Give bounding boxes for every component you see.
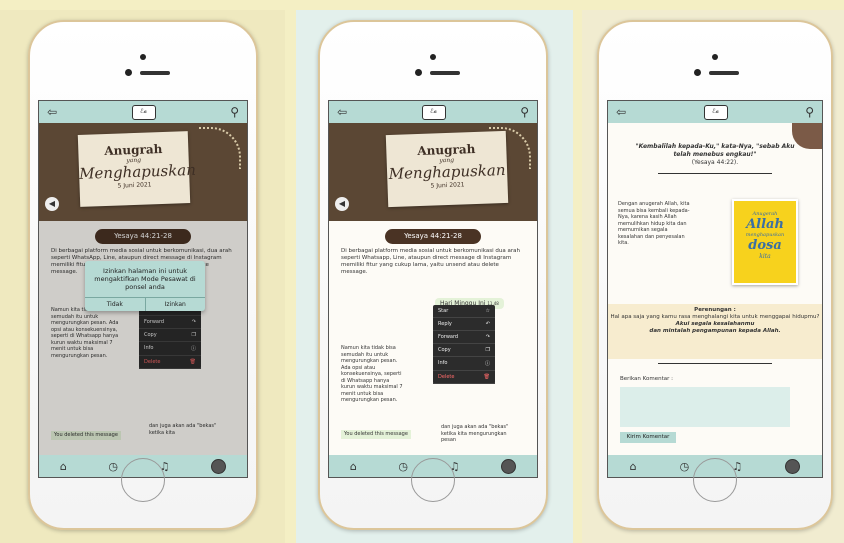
scripture-poster: Anugerah Allah menghapuskan dosa kita: [732, 199, 798, 285]
phone-frame: ⇦ ℰ𝒶 ⚲ "Kembalilah kepada-Ku," kata-Nya,…: [597, 20, 833, 530]
speaker-icon[interactable]: ◀: [45, 197, 59, 211]
top-bar: ⇦ ℰ𝒶 ⚲: [39, 101, 247, 123]
avatar[interactable]: [501, 458, 517, 474]
avatar[interactable]: [211, 458, 227, 474]
clock-icon[interactable]: ◷: [398, 460, 408, 473]
home-button[interactable]: [121, 458, 165, 502]
trash-icon: 🗑: [483, 374, 490, 380]
front-camera: [694, 69, 701, 76]
cancel-button[interactable]: Tidak: [85, 298, 146, 311]
comment-label: Berikan Komentar :: [620, 376, 673, 382]
phone-frame: ⇦ ℰ𝒶 ⚲ Anugrah yang Menghapuskan 5 Juni …: [318, 20, 548, 530]
menu-item-reply[interactable]: Reply↶: [433, 318, 495, 331]
reflection-section: Perenungan : Hal apa saja yang kamu rasa…: [608, 304, 822, 359]
banner-paper: Anugrah yang Menghapuskan 5 Juni 2021: [77, 131, 197, 207]
info-icon: ⓘ: [484, 361, 490, 367]
body-paragraph-2: Namun kita tidak bisa semudah itu untuk …: [341, 345, 403, 403]
banner-paper: Anugrah yang Menghapuskan 5 Juni 2021: [385, 130, 509, 208]
menu-item-delete[interactable]: Delete 🗑: [433, 371, 495, 384]
send-comment-button[interactable]: Kirim Komentar: [620, 432, 676, 443]
verse-pill[interactable]: Yesaya 44:21-28: [385, 229, 481, 244]
screenshot-panel-3: ⇦ ℰ𝒶 ⚲ "Kembalilah kepada-Ku," kata-Nya,…: [582, 10, 844, 543]
airplane-mode-dialog: Izinkan halaman ini untuk mengaktifkan M…: [85, 261, 205, 311]
phone-speaker: [712, 54, 718, 60]
body-paragraph: Dengan anugerah Allah, kita semua bisa k…: [618, 201, 690, 246]
reflection-question: Hal apa saja yang kamu rasa menghalangi …: [610, 314, 820, 320]
dialog-message: Izinkan halaman ini untuk mengaktifkan M…: [94, 267, 196, 291]
leaf-decoration: [199, 127, 241, 169]
back-arrow-icon[interactable]: ⇦: [337, 105, 347, 119]
front-camera: [415, 69, 422, 76]
phone-frame: ⇦ ℰ𝒶 ⚲ Anugrah yang Menghapuskan 5 Juni …: [28, 20, 258, 530]
copy-icon: ❐: [485, 347, 490, 353]
star-icon: ☆: [485, 308, 490, 314]
app-logo: ℰ𝒶: [703, 104, 728, 120]
menu-item-forward[interactable]: Forward ↷: [433, 331, 495, 344]
divider: [658, 173, 772, 174]
speaker-icon[interactable]: ◀: [335, 197, 349, 211]
search-icon[interactable]: ⚲: [230, 105, 239, 119]
menu-item-info[interactable]: Info ⓘ: [433, 357, 495, 371]
phone-speaker: [140, 54, 146, 60]
earpiece: [709, 71, 739, 75]
app-screen: ⇦ ℰ𝒶 ⚲ Anugrah yang Menghapuskan 5 Juni …: [38, 100, 248, 478]
top-bar: ⇦ ℰ𝒶 ⚲: [329, 101, 537, 123]
back-arrow-icon[interactable]: ⇦: [616, 105, 626, 119]
home-button[interactable]: [411, 458, 455, 502]
reflection-answer-1: Akui segala kesalahanmu: [675, 321, 755, 327]
avatar[interactable]: [785, 458, 801, 474]
home-button[interactable]: [693, 458, 737, 502]
devotion-banner: Anugrah yang Menghapuskan 5 Juni 2021 ◀: [329, 123, 537, 221]
menu-item-star[interactable]: Star ☆: [433, 305, 495, 318]
modal-overlay: [39, 221, 247, 455]
front-camera: [125, 69, 132, 76]
screenshot-panel-2: ⇦ ℰ𝒶 ⚲ Anugrah yang Menghapuskan 5 Juni …: [296, 10, 573, 543]
reply-icon: ↶: [485, 321, 490, 327]
comment-input[interactable]: [620, 387, 790, 427]
earpiece: [430, 71, 460, 75]
body-paragraph: Di berbagai platform media sosial untuk …: [341, 248, 520, 275]
app-logo: ℰ𝒶: [421, 104, 446, 120]
search-icon[interactable]: ⚲: [805, 105, 814, 119]
clock-icon[interactable]: ◷: [680, 460, 690, 473]
reflection-answer-2: dan mintalah pengampunan kepada Allah.: [649, 328, 781, 334]
phone-speaker: [430, 54, 436, 60]
quote-reference: (Yesaya 44:22).: [691, 159, 739, 166]
menu-item-copy[interactable]: Copy ❐: [433, 344, 495, 357]
screenshot-panel-1: ⇦ ℰ𝒶 ⚲ Anugrah yang Menghapuskan 5 Juni …: [0, 10, 285, 543]
deleted-message-bubble: You deleted this message: [341, 430, 411, 439]
bible-quote: "Kembalilah kepada-Ku," kata-Nya, "sebab…: [608, 123, 822, 173]
back-arrow-icon[interactable]: ⇦: [47, 105, 57, 119]
earpiece: [140, 71, 170, 75]
banner-title-script: Menghapuskan: [78, 160, 197, 183]
reflection-title: Perenungan :: [694, 307, 736, 313]
banner-title-script: Menghapuskan: [388, 160, 506, 184]
allow-button[interactable]: Izinkan: [146, 298, 206, 311]
home-icon[interactable]: ⌂: [60, 460, 67, 473]
home-icon[interactable]: ⌂: [350, 460, 357, 473]
app-logo: ℰ𝒶: [131, 104, 156, 120]
search-icon[interactable]: ⚲: [520, 105, 529, 119]
context-menu: Star ☆ Reply ↶ Forward ↷ Copy ❐ Info ⓘ Delete…: [433, 305, 495, 384]
home-icon[interactable]: ⌂: [630, 460, 637, 473]
devotion-banner: Anugrah yang Menghapuskan 5 Juni 2021 ◀: [39, 123, 247, 221]
app-screen: ⇦ ℰ𝒶 ⚲ "Kembalilah kepada-Ku," kata-Nya,…: [607, 100, 823, 478]
app-screen: ⇦ ℰ𝒶 ⚲ Anugrah yang Menghapuskan 5 Juni …: [328, 100, 538, 478]
forward-icon: ↷: [485, 334, 490, 340]
body-paragraph-3: dan juga akan ada "bekas" ketika kita me…: [441, 424, 509, 443]
top-bar: ⇦ ℰ𝒶 ⚲: [608, 101, 822, 123]
clock-icon[interactable]: ◷: [108, 460, 118, 473]
quote-text: "Kembalilah kepada-Ku," kata-Nya, "sebab…: [635, 143, 795, 158]
divider: [658, 363, 772, 364]
